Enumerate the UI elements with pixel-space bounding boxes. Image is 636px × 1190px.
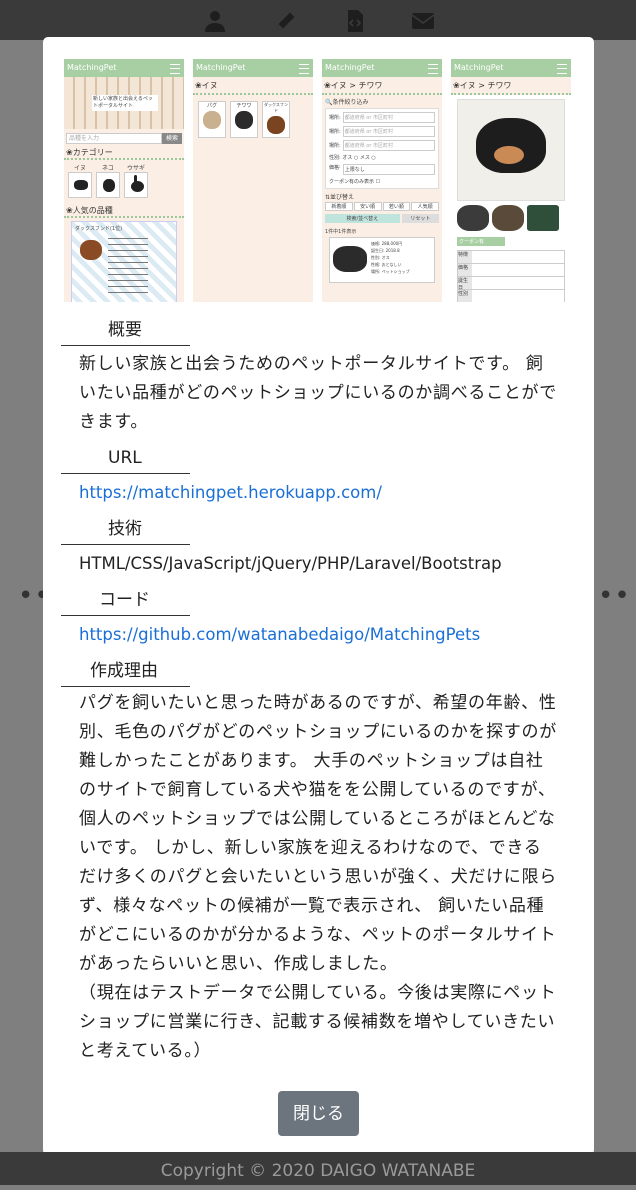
mock-header: MatchingPet	[451, 59, 571, 77]
pencil-icon[interactable]	[274, 9, 298, 33]
reason-note: （現在はテストデータで公開している。今後は実際にペットショップに営業に行き、記載…	[79, 983, 557, 1061]
mock-result-info: 価格: 288,000円 誕生日: 2018.8 性別: オス 性格: おとなし…	[371, 241, 410, 274]
mock-filter-form: 場所: 都道府県 or 市区町村 場所: 都道府県 or 市区町村 場所: 都道府県 …	[325, 108, 439, 189]
reason-body: パグを飼いたいと思った時があるのですが、希望の年齢、性別、毛色のパグがどのペット…	[79, 693, 557, 974]
mock-search-button: 検索/並べ替え	[325, 214, 400, 223]
mock-category-item: ウサギ	[124, 163, 148, 198]
mock-popular-card: ダックスフンド(1位)	[71, 221, 177, 302]
mock-place-row: 場所: 都道府県 or 市区町村	[329, 126, 435, 137]
user-icon[interactable]	[203, 9, 227, 33]
mock-table-row: 価格	[458, 264, 564, 277]
mock-place-row: 場所: 都道府県 or 市区町村	[329, 112, 435, 123]
screenshot-search-page: MatchingPet ❀イヌ > チワワ 🔍条件絞り込み 場所: 都道府県 or…	[322, 59, 442, 302]
mock-menu-icon	[170, 64, 180, 74]
mock-filter-title: 🔍条件絞り込み	[325, 99, 369, 106]
overview-heading: 概要	[61, 317, 190, 346]
mock-sort-option: 若い順	[382, 202, 411, 211]
thumbnail-image	[527, 205, 559, 231]
mock-menu-icon	[557, 64, 567, 74]
url-value: https://matchingpet.herokuapp.com/	[79, 478, 559, 508]
mock-description-lines	[108, 238, 148, 298]
thumbnail-image	[457, 205, 489, 231]
mock-price-row: 価格: 上限なし	[329, 164, 435, 175]
github-link[interactable]: https://github.com/watanabedaigo/Matchin…	[79, 625, 480, 644]
mock-info-table: 特徴 価格 誕生日 性別 性格	[457, 250, 565, 302]
mock-search: 品種を入力 検索	[66, 133, 182, 144]
reason-heading: 作成理由	[61, 658, 190, 687]
mock-sort-option: 安い順	[353, 202, 382, 211]
mock-sort-option: 人気順	[411, 202, 439, 211]
mock-form-buttons: 検索/並べ替え リセット	[325, 214, 439, 223]
top-nav	[0, 0, 636, 40]
code-heading: コード	[61, 587, 190, 616]
screenshot-top-page: MatchingPet 新しい家族と出会えるペットポータルサイト 品種を入力 検…	[64, 59, 184, 302]
mock-sort-title: ⇅並び替え	[325, 194, 355, 201]
mock-banner-text: 新しい家族と出会えるペットポータルサイト	[92, 95, 158, 111]
mock-main-photo	[457, 99, 565, 201]
reason-text: パグを飼いたいと思った時があるのですが、希望の年齢、性別、毛色のパグがどのペット…	[79, 689, 559, 1066]
work-detail-modal: MatchingPet 新しい家族と出会えるペットポータルサイト 品種を入力 検…	[43, 37, 594, 1155]
mock-breed-item: チワワ	[230, 101, 258, 138]
mock-popular-title: ❀人気の品種	[64, 201, 184, 218]
next-arrow-dots[interactable]: ••	[598, 583, 631, 609]
mock-table-row: 誕生日	[458, 277, 564, 291]
mock-brand: MatchingPet	[325, 63, 375, 72]
code-file-icon[interactable]	[343, 9, 367, 33]
mock-popular-item: ダックスフンド(1位)	[75, 226, 123, 232]
mock-brand: MatchingPet	[196, 63, 246, 72]
mock-breadcrumb: ❀イヌ	[193, 77, 313, 95]
mock-sex-row: 性別: オス ○ メス ○	[329, 155, 376, 161]
screenshot-breed-list: MatchingPet ❀イヌ パグ チワワ ダックスフンド	[193, 59, 313, 302]
mock-breed-item: ダックスフンド	[262, 101, 290, 138]
mock-place-row: 場所: 都道府県 or 市区町村	[329, 140, 435, 151]
mock-brand: MatchingPet	[454, 63, 504, 72]
mock-search-input: 品種を入力	[66, 133, 162, 144]
thumbnail-image	[492, 205, 524, 231]
mock-banner-image: 新しい家族と出会えるペットポータルサイト	[64, 77, 184, 129]
mock-sort-option: 新着順	[325, 202, 353, 211]
mock-sort-options: 新着順 安い順 若い順 人気順	[325, 202, 439, 211]
close-button[interactable]: 閉じる	[278, 1091, 359, 1136]
envelope-icon[interactable]	[411, 9, 435, 33]
mock-menu-icon	[299, 64, 309, 74]
mock-menu-icon	[428, 64, 438, 74]
mock-result-count: 1件中1件表示	[325, 229, 357, 235]
mock-breadcrumb: ❀イヌ > チワワ	[451, 77, 571, 95]
mock-table-row: 性別	[458, 290, 564, 302]
mock-category-title: ❀カテゴリー	[64, 147, 184, 160]
mock-category-list: イヌ ネコ ウサギ	[64, 160, 184, 201]
site-url-link[interactable]: https://matchingpet.herokuapp.com/	[79, 483, 382, 502]
mock-search-button: 検索	[162, 133, 182, 144]
mock-breed-item: パグ	[198, 101, 226, 138]
chihuahua-muzzle	[494, 146, 524, 164]
mock-thumbnails	[457, 205, 565, 231]
url-heading: URL	[61, 445, 190, 474]
overview-text: 新しい家族と出会うためのペットポータルサイトです。 飼いたい品種がどのペットショ…	[79, 354, 557, 432]
mock-header: MatchingPet	[64, 59, 184, 77]
mock-category-item: ネコ	[96, 163, 120, 198]
mock-header: MatchingPet	[193, 59, 313, 77]
dachshund-image	[80, 240, 102, 260]
footer-copyright: Copyright © 2020 DAIGO WATANABE	[0, 1152, 636, 1185]
chihuahua-image	[333, 246, 367, 272]
mock-breadcrumb: ❀イヌ > チワワ	[322, 77, 442, 95]
mock-reset-button: リセット	[401, 214, 439, 223]
mock-header: MatchingPet	[322, 59, 442, 77]
mock-table-row: 特徴	[458, 251, 564, 264]
mock-result-card: 価格: 288,000円 誕生日: 2018.8 性別: オス 性格: おとなし…	[329, 237, 435, 283]
mock-category-item: イヌ	[68, 163, 92, 198]
mock-breed-list: パグ チワワ ダックスフンド	[193, 95, 313, 144]
mock-brand: MatchingPet	[67, 63, 117, 72]
screenshot-detail-page: MatchingPet ❀イヌ > チワワ クーポン有 特徴 価格 誕生日 性別…	[451, 59, 571, 302]
code-value: https://github.com/watanabedaigo/Matchin…	[79, 620, 559, 650]
mock-coupon-row: クーポン有のみ表示 ☐	[329, 179, 381, 185]
mock-coupon-badge: クーポン有	[457, 237, 505, 246]
tech-heading: 技術	[61, 516, 190, 545]
screenshot-gallery: MatchingPet 新しい家族と出会えるペットポータルサイト 品種を入力 検…	[64, 59, 572, 302]
tech-stack-text: HTML/CSS/JavaScript/jQuery/PHP/Laravel/B…	[79, 554, 502, 573]
